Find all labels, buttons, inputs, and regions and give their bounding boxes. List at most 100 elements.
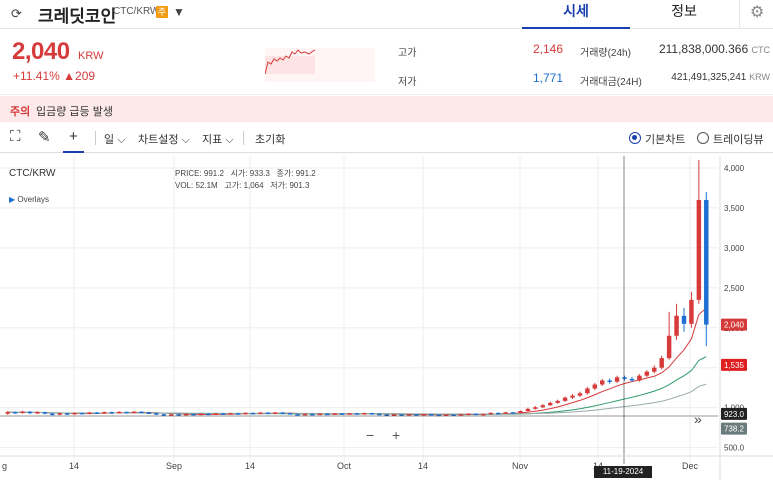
candle-body (421, 414, 427, 416)
ohlc-row-1: PRICE: 991.2 시가: 933.3 종가: 991.2 (175, 168, 316, 179)
y-tick-label: 2,500 (724, 284, 745, 293)
zoom-out-button[interactable]: − (366, 427, 374, 443)
candle-body (637, 375, 642, 381)
candle-body (57, 413, 62, 415)
candle-body (607, 380, 612, 382)
refresh-icon[interactable]: ⟳ (11, 6, 22, 22)
candle-body (87, 412, 92, 414)
candle-body (302, 413, 308, 416)
candle-body (176, 414, 181, 416)
candle-body (42, 412, 48, 414)
candle-body (287, 413, 293, 415)
candle-body (295, 414, 300, 416)
gear-icon[interactable]: ⚙ (750, 2, 764, 22)
x-tick-label: Sep (166, 461, 182, 471)
candle-body (592, 384, 598, 389)
candle-body (265, 412, 271, 415)
chart-settings-button[interactable]: 차트설정 ⌵ (138, 131, 190, 147)
candle-body (317, 413, 323, 416)
candle-body (377, 413, 382, 416)
candle-body (585, 388, 590, 394)
candle-body (146, 412, 152, 414)
high-value: 2,146 (532, 42, 563, 56)
candle-body (696, 199, 702, 300)
pencil-icon[interactable]: ✎ (38, 128, 51, 146)
candle-body (481, 413, 486, 416)
candle-body (600, 380, 605, 385)
amount-label: 거래대금(24H) (580, 77, 642, 88)
candle-body (503, 412, 508, 414)
candle-body (27, 411, 33, 414)
candle-body (206, 413, 211, 416)
low-label: 저가 (398, 77, 417, 88)
volume-value: 211,838,000.366 CTC (640, 42, 770, 56)
amount-number: 421,491,325,241 (671, 72, 747, 83)
ohlc-price: 991.2 (203, 169, 224, 178)
candle-body (332, 413, 337, 415)
ohlc-vol-label: VOL: (175, 181, 194, 190)
candle-body (540, 405, 546, 408)
crosshair-icon[interactable]: + (63, 128, 84, 153)
zoom-in-button[interactable]: + (392, 427, 400, 443)
price-currency: KRW (78, 50, 104, 62)
low-value: 1,771 (532, 71, 563, 85)
basic-chart-radio[interactable] (629, 132, 641, 144)
candle-body (250, 412, 256, 415)
candle-body (228, 413, 233, 415)
candle-body (525, 408, 531, 412)
fullscreen-icon[interactable]: ⛶ (10, 128, 21, 145)
candle-body (221, 413, 226, 415)
indicators-button[interactable]: 지표 ⌵ (202, 131, 234, 147)
coin-select-chevron-icon[interactable]: ▼ (173, 5, 185, 19)
candle-body (258, 412, 263, 415)
candle-body (139, 411, 144, 414)
basic-chart-label[interactable]: 기본차트 (645, 131, 685, 147)
tab-info[interactable]: 정보 (630, 0, 738, 29)
tradingview-radio[interactable] (697, 132, 709, 144)
overlays-toggle[interactable]: ▶ Overlays (9, 195, 49, 204)
high-label: 고가 (398, 48, 417, 59)
x-tick-label: 14 (418, 461, 428, 471)
candle-body (154, 413, 159, 415)
ohlc-low-label: 저가: (270, 181, 288, 190)
candlestick-chart-area[interactable]: 500.01,0001,5002,0002,5003,0003,5004,000… (0, 156, 773, 480)
y-tick-label: 4,000 (724, 164, 745, 173)
candle-body (488, 412, 493, 415)
chevron-down-icon: ⌵ (181, 134, 190, 146)
candle-body (12, 412, 18, 414)
candle-body (518, 411, 523, 413)
candle-body (273, 412, 278, 414)
change-percent: +11.41% (13, 69, 60, 83)
candle-body (652, 367, 657, 372)
y-tick-label: 3,500 (724, 204, 745, 213)
ohlc-close-label: 종가: (276, 169, 294, 178)
toolbar-divider (243, 131, 244, 145)
candle-body (473, 413, 479, 416)
scroll-right-icon[interactable]: » (694, 411, 702, 427)
candle-body (629, 378, 635, 381)
candle-body (20, 411, 25, 414)
candle-body (555, 400, 560, 403)
volume-number: 211,838,000.366 (658, 42, 749, 56)
candle-body (310, 413, 315, 416)
tab-price[interactable]: 시세 (522, 0, 630, 29)
chart-settings-label: 차트설정 (138, 134, 179, 146)
candle-body (124, 411, 129, 414)
crosshair-price-tag: 923.0 (724, 410, 745, 419)
amount-unit: KRW (749, 72, 770, 82)
ohlc-price-label: PRICE: (175, 169, 202, 178)
candle-body (674, 315, 679, 336)
candle-body (704, 199, 709, 325)
ohlc-close: 991.2 (295, 169, 316, 178)
candle-body (191, 413, 196, 416)
x-tick-label: Dec (682, 461, 699, 471)
volume-label: 거래량(24h) (580, 48, 631, 59)
candle-body (429, 414, 434, 416)
candle-body (414, 414, 419, 416)
candle-body (94, 412, 100, 414)
tradingview-label[interactable]: 트레이딩뷰 (713, 131, 764, 147)
chevron-down-icon: ⌵ (225, 134, 234, 146)
price-chart[interactable]: 500.01,0001,5002,0002,5003,0003,5004,000… (0, 156, 773, 480)
reset-button[interactable]: 초기화 (255, 131, 285, 147)
interval-select[interactable]: 일 ⌵ (104, 131, 126, 147)
